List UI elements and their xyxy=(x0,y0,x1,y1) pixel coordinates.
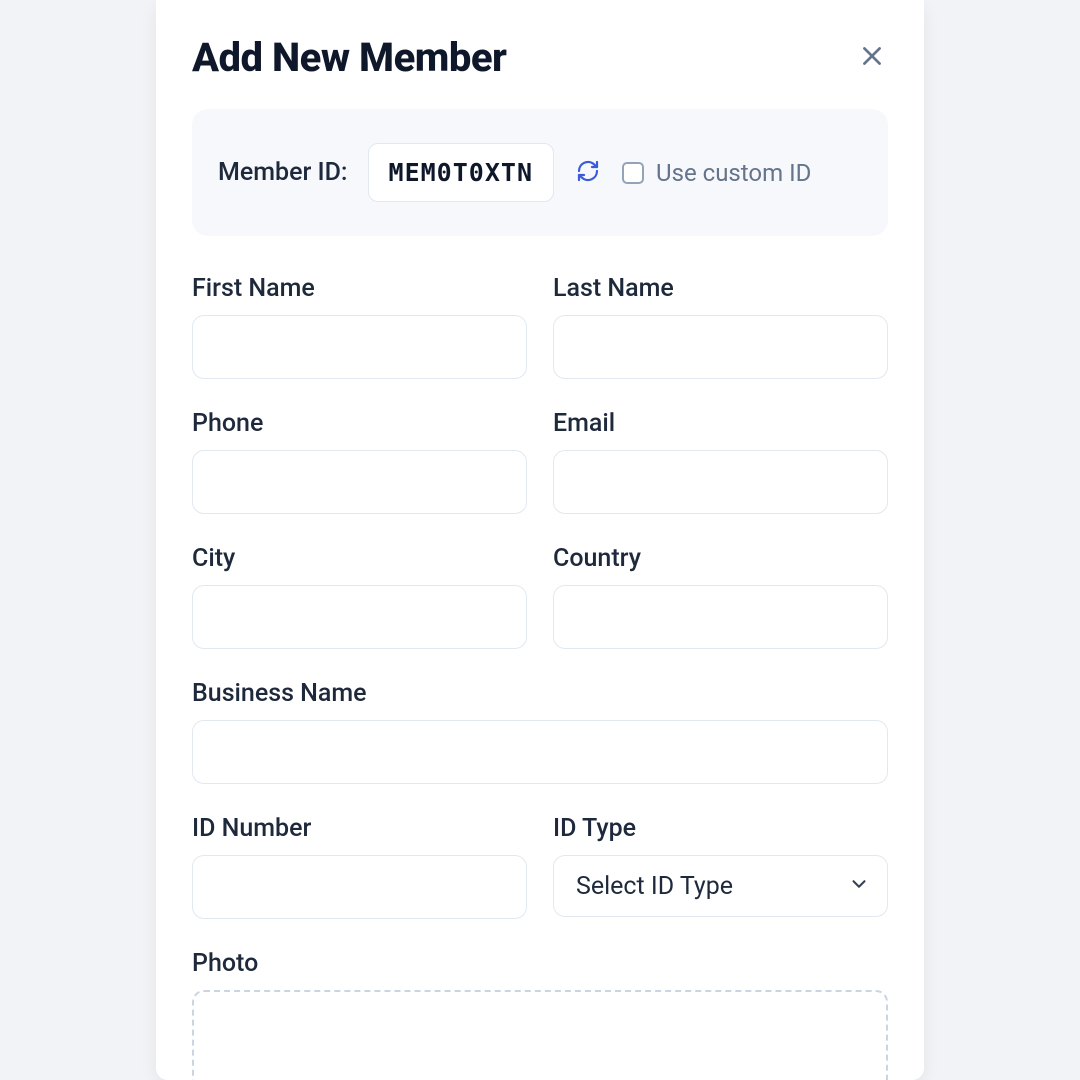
member-id-label: Member ID: xyxy=(218,158,348,187)
modal-header: Add New Member xyxy=(192,34,888,81)
phone-input[interactable] xyxy=(192,450,527,514)
last-name-input[interactable] xyxy=(553,315,888,379)
close-icon xyxy=(859,43,885,73)
phone-label: Phone xyxy=(192,409,527,438)
country-label: Country xyxy=(553,544,888,573)
email-field: Email xyxy=(553,409,888,514)
id-number-label: ID Number xyxy=(192,814,527,843)
add-member-modal: Add New Member Member ID: MEM0T0XTN xyxy=(156,0,924,1080)
business-name-field: Business Name xyxy=(192,679,888,784)
last-name-field: Last Name xyxy=(553,274,888,379)
id-type-select[interactable]: Select ID Type xyxy=(553,855,888,917)
city-input[interactable] xyxy=(192,585,527,649)
first-name-input[interactable] xyxy=(192,315,527,379)
refresh-icon xyxy=(576,159,600,187)
member-id-panel: Member ID: MEM0T0XTN Use custom ID xyxy=(192,109,888,236)
member-id-value: MEM0T0XTN xyxy=(368,143,554,202)
modal-title: Add New Member xyxy=(192,34,506,81)
email-input[interactable] xyxy=(553,450,888,514)
close-button[interactable] xyxy=(856,42,888,74)
id-number-input[interactable] xyxy=(192,855,527,919)
email-label: Email xyxy=(553,409,888,438)
form-grid: First Name Last Name Phone Email City Co… xyxy=(192,274,888,1080)
checkbox-icon xyxy=(622,162,644,184)
photo-dropzone[interactable] xyxy=(192,990,888,1080)
country-field: Country xyxy=(553,544,888,649)
first-name-label: First Name xyxy=(192,274,527,303)
business-name-label: Business Name xyxy=(192,679,888,708)
phone-field: Phone xyxy=(192,409,527,514)
use-custom-id-toggle[interactable]: Use custom ID xyxy=(622,159,811,187)
last-name-label: Last Name xyxy=(553,274,888,303)
country-input[interactable] xyxy=(553,585,888,649)
business-name-input[interactable] xyxy=(192,720,888,784)
photo-field: Photo xyxy=(192,949,888,1080)
photo-label: Photo xyxy=(192,949,888,978)
id-number-field: ID Number xyxy=(192,814,527,919)
id-type-label: ID Type xyxy=(553,814,888,843)
use-custom-id-label: Use custom ID xyxy=(656,159,811,187)
id-type-field: ID Type Select ID Type xyxy=(553,814,888,919)
first-name-field: First Name xyxy=(192,274,527,379)
city-field: City xyxy=(192,544,527,649)
regenerate-id-button[interactable] xyxy=(574,159,602,187)
id-type-selected-value: Select ID Type xyxy=(576,872,733,901)
city-label: City xyxy=(192,544,527,573)
